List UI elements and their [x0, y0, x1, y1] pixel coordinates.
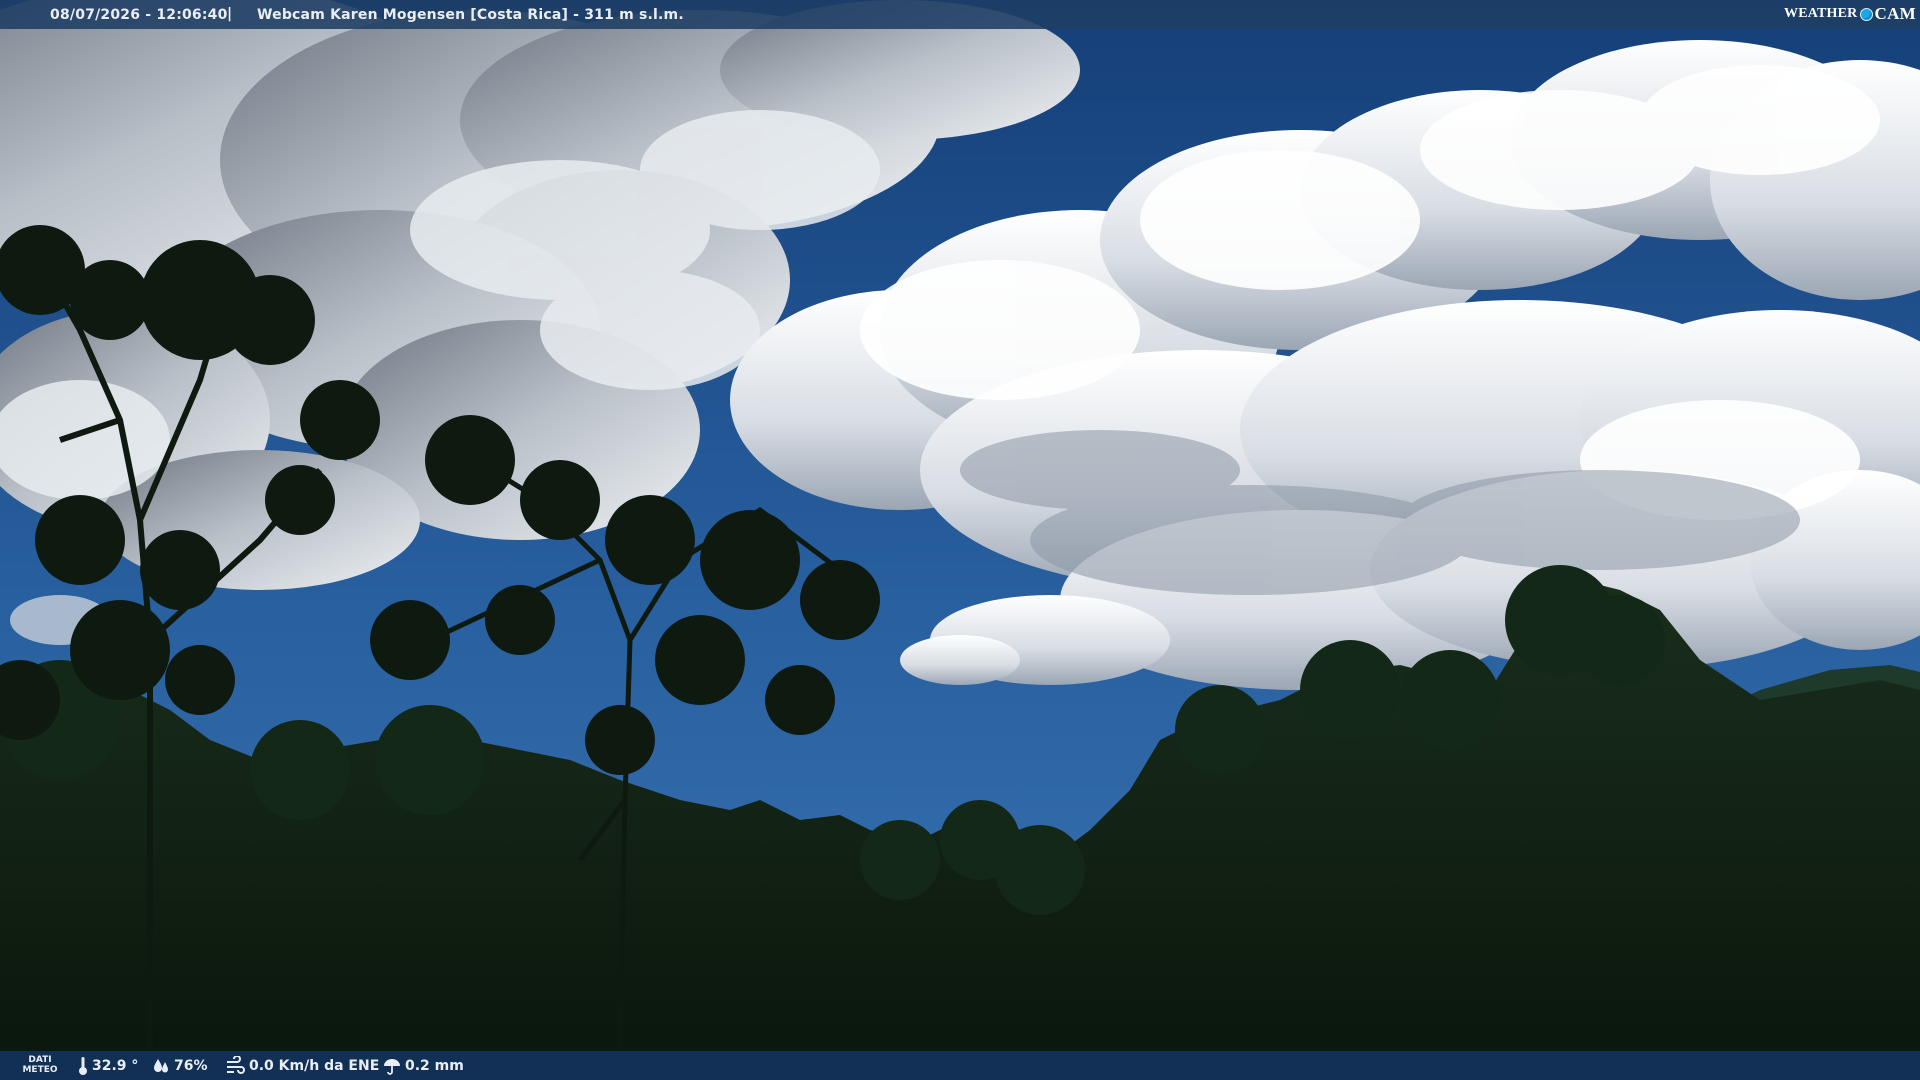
logo-weather-text: WEATHER — [1784, 6, 1858, 21]
humidity-drops-icon — [154, 1058, 168, 1072]
rain-reading: 0.2 mm — [383, 1051, 464, 1080]
timestamp: 08/07/2026 - 12:06:40 — [50, 7, 228, 23]
wind-reading: 0.0 Km/h da ENE — [225, 1051, 379, 1080]
rain-umbrella-icon — [384, 1058, 400, 1075]
section-label-line1: DATI — [28, 1055, 52, 1065]
weather-data-bar: DATI METEO 32.9 ° 76% 0.0 Km/h da ENE 0.… — [0, 1051, 1920, 1080]
wind-value: 0.0 Km/h da ENE — [249, 1057, 380, 1074]
logo-cam-text: CAM — [1874, 4, 1916, 23]
humidity-reading: 76% — [152, 1051, 208, 1080]
top-info-bar: 08/07/2026 - 12:06:40 | Webcam Karen Mog… — [0, 0, 1920, 29]
separator: | — [227, 6, 233, 22]
section-label: DATI METEO — [22, 1055, 58, 1075]
temperature-value: 32.9 ° — [92, 1057, 139, 1074]
webcam-title: Webcam Karen Mogensen [Costa Rica] - 311… — [257, 7, 684, 23]
weathercam-logo: WEATHER CAM — [1784, 3, 1916, 25]
webcam-image — [0, 0, 1920, 1080]
temperature-reading: 32.9 ° — [78, 1051, 138, 1080]
rain-value: 0.2 mm — [405, 1057, 464, 1074]
wind-icon — [227, 1055, 245, 1074]
humidity-value: 76% — [174, 1057, 208, 1074]
logo-dot-icon — [1859, 7, 1873, 21]
section-label-line2: METEO — [22, 1065, 58, 1075]
thermometer-icon — [79, 1056, 87, 1075]
